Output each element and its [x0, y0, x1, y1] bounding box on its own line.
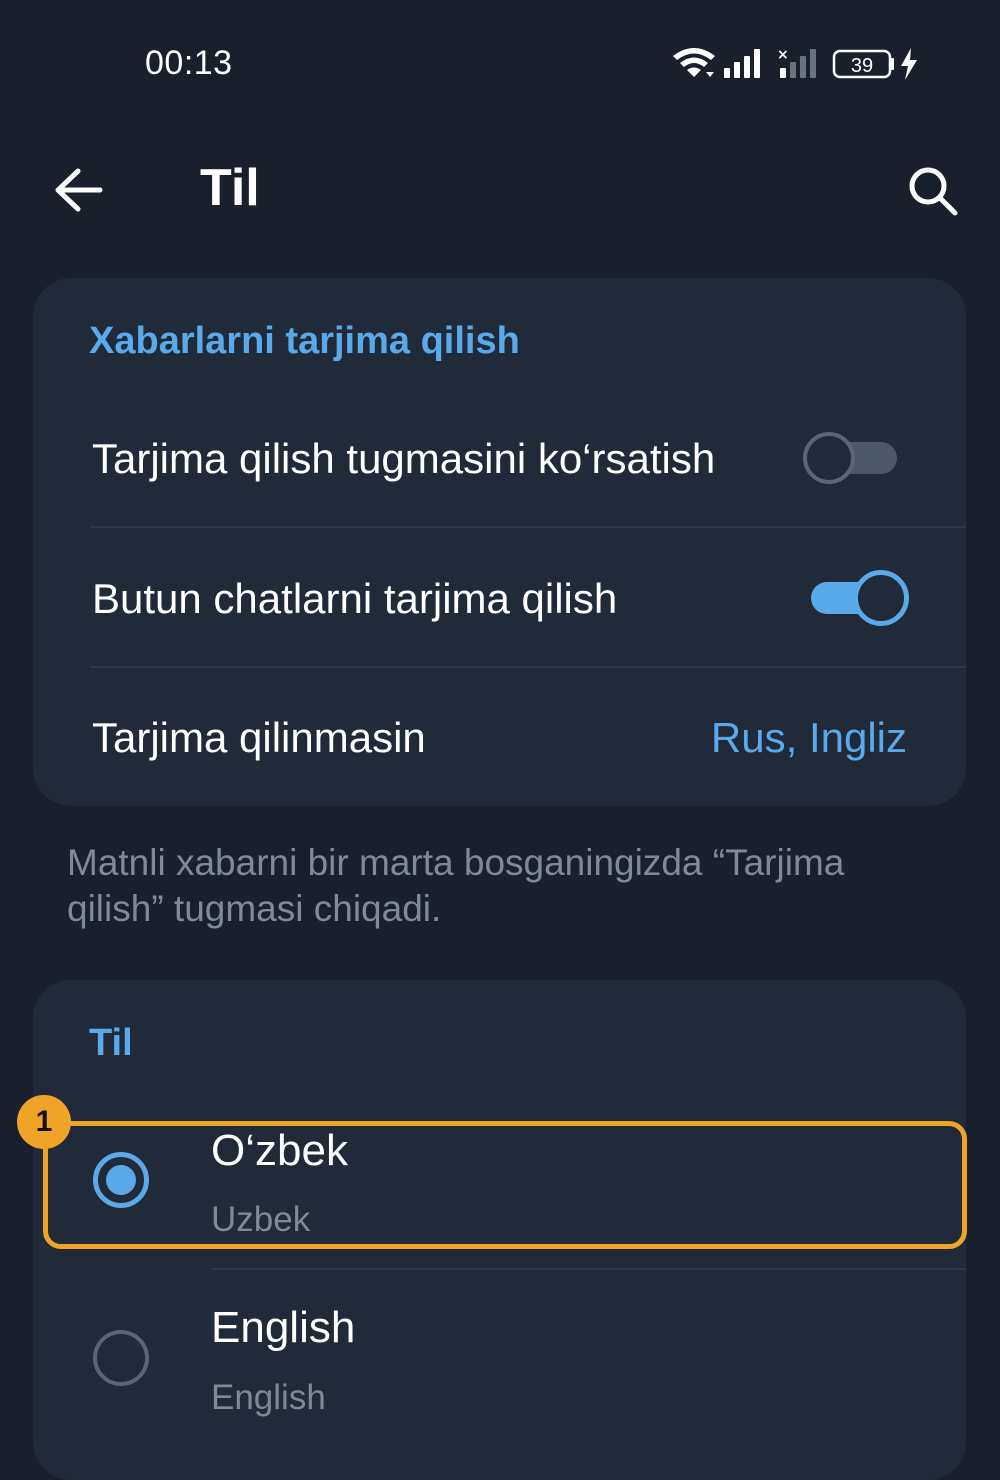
language-option-english[interactable]: English English [33, 1270, 966, 1448]
language-subtitle: English [211, 1378, 326, 1417]
battery-level: 39 [851, 55, 873, 77]
row-label: Butun chatlarni tarjima qilish [92, 575, 618, 622]
row-label: Tarjima qilish tugmasini ko‘rsatish [92, 435, 716, 482]
status-icons: × 39 [673, 47, 917, 80]
divider [90, 526, 966, 528]
show-translate-button-toggle[interactable] [803, 428, 903, 488]
toggle-knob [853, 570, 909, 626]
signal-icon [724, 49, 760, 78]
wifi-icon [673, 48, 715, 77]
language-option-uzbek[interactable]: O‘zbek Uzbek [33, 1090, 966, 1268]
section-title-language: Til [89, 1022, 133, 1064]
language-card: Til O‘zbek Uzbek English English [33, 980, 966, 1480]
arrow-left-icon[interactable] [50, 165, 106, 215]
toggle-knob [803, 432, 855, 484]
battery-icon: 39 [832, 49, 894, 79]
search-icon[interactable] [905, 163, 961, 219]
language-name: English [211, 1303, 356, 1352]
divider [90, 666, 966, 668]
radio-selected[interactable] [93, 1152, 149, 1208]
do-not-translate-value: Rus, Ingliz [710, 714, 907, 761]
translate-entire-chats-toggle[interactable] [805, 568, 909, 628]
status-bar: 00:13 × 39 [0, 0, 1000, 130]
charging-icon [901, 48, 917, 80]
svg-text:×: × [777, 47, 789, 63]
language-name: O‘zbek [211, 1126, 348, 1175]
translate-footnote: Matnli xabarni bir marta bosganingizda “… [67, 842, 845, 929]
signal-no-service-icon: × [777, 47, 816, 78]
radio-unselected[interactable] [93, 1330, 149, 1386]
annotation-badge: 1 [17, 1095, 71, 1149]
translate-settings-card: Xabarlarni tarjima qilish Tarjima qilish… [33, 278, 966, 806]
page-title: Til [200, 159, 260, 217]
app-bar: Til [0, 130, 1000, 250]
row-label: Tarjima qilinmasin [92, 714, 426, 761]
language-subtitle: Uzbek [211, 1200, 311, 1239]
status-time: 00:13 [145, 44, 233, 82]
radio-dot [106, 1165, 136, 1195]
section-title-translate: Xabarlarni tarjima qilish [89, 320, 520, 362]
